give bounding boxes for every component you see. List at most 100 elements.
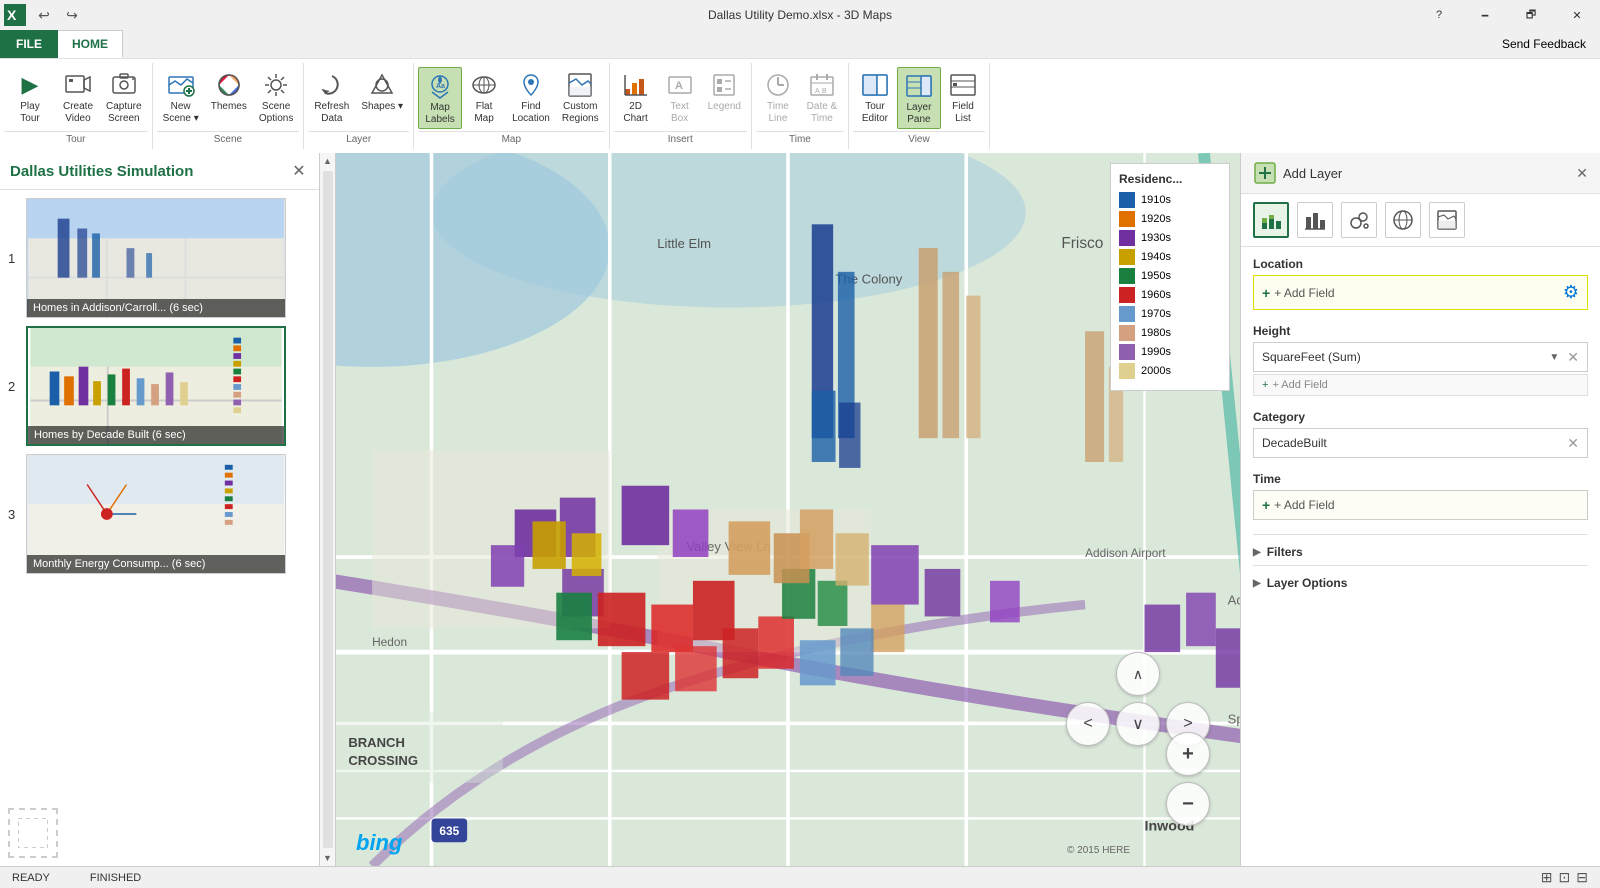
text-box-button[interactable]: A TextBox <box>658 67 702 127</box>
status-icon-1[interactable]: ⊞ <box>1541 869 1553 886</box>
scene-item-1[interactable]: 1 <box>8 198 311 318</box>
minimize-btn[interactable]: 🗕 <box>1462 0 1508 30</box>
layer-options-header[interactable]: ▶ Layer Options <box>1253 574 1588 592</box>
date-time-button[interactable]: AB Date &Time <box>800 67 844 127</box>
themes-button[interactable]: Themes <box>205 67 253 115</box>
ribbon-group-tour: ▶ PlayTour CreateVideo CaptureScreen Tou… <box>0 63 153 149</box>
height-remove-btn[interactable]: ✕ <box>1567 349 1579 366</box>
capture-screen-label: CaptureScreen <box>106 101 142 125</box>
custom-regions-label: CustomRegions <box>562 101 599 125</box>
location-add-field[interactable]: + + Add Field ⚙ <box>1253 275 1588 310</box>
text-box-icon: A <box>666 69 694 101</box>
tab-home[interactable]: HOME <box>58 30 123 58</box>
custom-regions-icon <box>566 69 594 101</box>
map-labels-button[interactable]: Aa MapLabels <box>418 67 462 129</box>
help-btn[interactable]: ? <box>1416 0 1462 30</box>
status-icon-3[interactable]: ⊟ <box>1576 869 1588 886</box>
category-remove-btn[interactable]: ✕ <box>1567 435 1579 452</box>
svg-text:Aa: Aa <box>436 83 445 90</box>
legend-item-4: 1950s <box>1119 268 1221 284</box>
bubble-chart-icon[interactable] <box>1341 202 1377 238</box>
refresh-data-button[interactable]: RefreshData <box>308 67 355 127</box>
layer-pane-label: LayerPane <box>906 102 931 126</box>
maximize-btn[interactable]: 🗗 <box>1508 0 1554 30</box>
time-plus-icon: + <box>1262 497 1270 513</box>
ribbon-group-map: Aa MapLabels FlatMap FindLocation <box>414 63 610 149</box>
legend-item-1: 1920s <box>1119 211 1221 227</box>
2d-chart-button[interactable]: 2DChart <box>614 67 658 127</box>
date-time-icon: AB <box>808 69 836 101</box>
rotate-left-btn[interactable]: < <box>1066 702 1110 746</box>
height-value-field[interactable]: SquareFeet (Sum) ▼ ✕ <box>1253 342 1588 372</box>
height-dropdown-arrow[interactable]: ▼ <box>1549 352 1559 363</box>
title-bar: X ↩ ↪ Dallas Utility Demo.xlsx - 3D Maps… <box>0 0 1600 30</box>
scene-item-2[interactable]: 2 <box>8 326 311 446</box>
create-video-button[interactable]: CreateVideo <box>56 67 100 127</box>
time-line-button[interactable]: TimeLine <box>756 67 800 127</box>
new-scene-button[interactable]: NewScene ▾ <box>157 67 205 127</box>
flat-map-icon <box>470 69 498 101</box>
add-scene-button[interactable] <box>8 808 58 858</box>
find-location-button[interactable]: FindLocation <box>506 67 556 127</box>
add-layer-label: Add Layer <box>1283 166 1342 181</box>
shapes-button[interactable]: Shapes ▾ <box>355 67 409 115</box>
layer-pane-button[interactable]: LayerPane <box>897 67 941 129</box>
scene-options-button[interactable]: SceneOptions <box>253 67 299 127</box>
time-placeholder: + Add Field <box>1274 498 1334 512</box>
scene-item-3[interactable]: 3 <box>8 454 311 574</box>
tour-editor-button[interactable]: TourEditor <box>853 67 897 127</box>
location-plus-icon: + <box>1262 285 1270 301</box>
custom-regions-button[interactable]: CustomRegions <box>556 67 605 127</box>
send-feedback-link[interactable]: Send Feedback <box>1488 30 1600 58</box>
flat-map-label: FlatMap <box>474 101 493 125</box>
filters-section: ▶ Filters <box>1253 534 1588 565</box>
category-value-field[interactable]: DecadeBuilt ✕ <box>1253 428 1588 458</box>
scroll-up-arrow[interactable]: ▲ <box>320 153 336 169</box>
add-layer-button[interactable]: Add Layer <box>1253 161 1342 185</box>
time-add-field[interactable]: + + Add Field <box>1253 490 1588 520</box>
shapes-label: Shapes ▾ <box>361 101 403 113</box>
zoom-out-btn[interactable]: − <box>1166 782 1210 826</box>
layer-pane-close[interactable]: ✕ <box>1576 165 1588 182</box>
scene-panel-close[interactable]: ✕ <box>289 161 309 181</box>
tilt-down-btn[interactable]: ∨ <box>1116 702 1160 746</box>
stacked-bar-icon[interactable] <box>1253 202 1289 238</box>
tilt-up-btn[interactable]: ∧ <box>1116 652 1160 696</box>
map-group-label: Map <box>418 131 605 149</box>
svg-text:Hedon: Hedon <box>372 635 407 649</box>
legend-item-3: 1940s <box>1119 249 1221 265</box>
status-icon-2[interactable]: ⊡ <box>1559 869 1571 886</box>
region-icon[interactable] <box>1429 202 1465 238</box>
legend-label-6: 1970s <box>1141 308 1171 320</box>
height-add-field[interactable]: + + Add Field <box>1253 374 1588 396</box>
undo-btn[interactable]: ↩ <box>30 1 58 29</box>
filters-header[interactable]: ▶ Filters <box>1253 543 1588 561</box>
height-section: Height SquareFeet (Sum) ▼ ✕ + + Add Fiel… <box>1253 324 1588 396</box>
legend-button[interactable]: Legend <box>702 67 747 115</box>
scene-caption-3: Monthly Energy Consump... (6 sec) <box>27 555 285 573</box>
close-btn[interactable]: ✕ <box>1554 0 1600 30</box>
capture-screen-button[interactable]: CaptureScreen <box>100 67 148 127</box>
zoom-in-btn[interactable]: + <box>1166 732 1210 776</box>
location-info-icon[interactable]: ⚙ <box>1563 282 1579 303</box>
play-tour-button[interactable]: ▶ PlayTour <box>4 67 56 127</box>
globe-icon[interactable] <box>1385 202 1421 238</box>
legend-item-2: 1930s <box>1119 230 1221 246</box>
map-scroll-left: ▲ ▼ <box>320 153 336 866</box>
legend-color-7 <box>1119 325 1135 341</box>
layer-options-arrow: ▶ <box>1253 578 1261 589</box>
time-buttons: TimeLine AB Date &Time <box>756 63 844 129</box>
redo-btn[interactable]: ↪ <box>58 1 86 29</box>
column-chart-icon[interactable] <box>1297 202 1333 238</box>
field-list-button[interactable]: FieldList <box>941 67 985 127</box>
scene-num-3: 3 <box>8 507 26 522</box>
scroll-down-arrow[interactable]: ▼ <box>320 850 336 866</box>
legend-item-0: 1910s <box>1119 192 1221 208</box>
category-section: Category DecadeBuilt ✕ <box>1253 410 1588 458</box>
text-box-label: TextBox <box>670 101 688 125</box>
height-label: Height <box>1253 324 1588 338</box>
tab-file[interactable]: FILE <box>0 30 58 58</box>
ribbon-group-time: TimeLine AB Date &Time Time <box>752 63 849 149</box>
flat-map-button[interactable]: FlatMap <box>462 67 506 127</box>
view-group-label: View <box>853 131 985 149</box>
